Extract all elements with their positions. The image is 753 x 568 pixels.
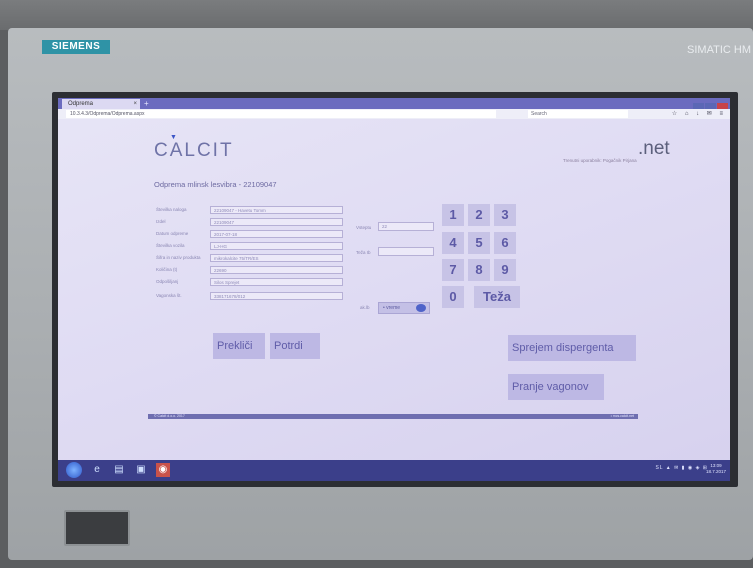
system-tray[interactable]: SL ▲ ✉ ▮ ◉ ◈ ⊞: [655, 465, 708, 471]
cancel-button-label: Prekliči: [217, 340, 253, 352]
background-wall: [0, 0, 753, 30]
touch-screen: Odprema × + 10.3.4.3/Odprema/Odprema.asp…: [58, 98, 730, 481]
current-user-info: Trenutni uporabnik: Pogačnik Pirjana: [563, 158, 637, 163]
browser-toolbar-icons[interactable]: ☆ ⌂ ↓ ✉ ≡: [672, 109, 726, 119]
key-3[interactable]: 3: [494, 204, 516, 226]
clock-date: 18.7.2017: [705, 469, 726, 474]
form-row-quantity: Količina (t) 22690: [156, 266, 346, 275]
confirm-button-label: Potrdi: [274, 340, 303, 352]
key-5[interactable]: 5: [468, 232, 490, 254]
field-label: Odpošiljanj: [156, 279, 179, 284]
form-row-date: Datum odpreme 2017-07-18: [156, 230, 346, 239]
key-4[interactable]: 4: [442, 232, 464, 254]
key-0[interactable]: 0: [442, 286, 464, 308]
media-icon[interactable]: ▣: [134, 463, 148, 477]
confirm-button[interactable]: Potrdi: [270, 333, 320, 359]
form-row-item: Izdel 22109047: [156, 218, 346, 227]
weight-input[interactable]: [378, 247, 434, 256]
field-label: Številka naloga: [156, 207, 187, 212]
browser-search-input[interactable]: Search: [528, 110, 628, 118]
new-tab-button[interactable]: +: [144, 99, 149, 108]
key-2[interactable]: 2: [468, 204, 490, 226]
windows-taskbar: e ▤ ▣ ◉ SL ▲ ✉ ▮ ◉ ◈ ⊞ 13:09 18.7.2017: [58, 460, 730, 481]
receive-dispergent-label: Sprejem dispergenta: [512, 342, 614, 354]
page-footer: © Calcit d.o.o. 2017 • mcs.calcit.net: [148, 414, 638, 419]
siemens-logo: SIEMENS: [42, 40, 110, 54]
net-logo: .net: [638, 138, 670, 159]
receive-dispergent-button[interactable]: Sprejem dispergenta: [508, 335, 636, 361]
key-1[interactable]: 1: [442, 204, 464, 226]
shipper-field[interactable]: Silos Sprejet: [210, 278, 343, 286]
weight-label: Teža Ib: [356, 250, 371, 255]
field-label: Vagonska št.: [156, 293, 182, 298]
field-label: Količina (t): [156, 267, 178, 272]
product-field[interactable]: mikrokalcite 75/TR/ES: [210, 254, 343, 262]
tara-input[interactable]: 22: [378, 222, 434, 231]
field-label: Številka vozila: [156, 243, 185, 248]
field-label: Datum odpreme: [156, 231, 189, 236]
wagon-number-field[interactable]: 338171678/012: [210, 292, 343, 300]
send-label: ak.lb: [360, 305, 370, 310]
form-row-vehicle: Številka vozila LJ-HG: [156, 242, 346, 251]
form-row-wagon: Vagonska št. 338171678/012: [156, 292, 346, 301]
key-8[interactable]: 8: [468, 259, 490, 281]
browser-tab-bar: Odprema × +: [58, 98, 730, 112]
page-title: Odprema mlinsk lesvibra - 22109047: [154, 180, 277, 189]
internet-explorer-icon[interactable]: e: [90, 463, 104, 477]
form-row-product: Šifra in naziv produkta mikrokalcite 75/…: [156, 254, 346, 263]
field-label: Izdel: [156, 219, 166, 224]
cancel-button[interactable]: Prekliči: [213, 333, 265, 359]
wash-wagons-label: Pranje vagonov: [512, 381, 589, 393]
close-icon[interactable]: ×: [133, 99, 137, 109]
key-7[interactable]: 7: [442, 259, 464, 281]
calcit-logo: CALCIT: [154, 140, 234, 161]
quantity-field[interactable]: 22690: [210, 266, 343, 274]
order-number-field[interactable]: 22109047 - Havetu Tomm: [210, 206, 343, 214]
field-label: Šifra in naziv produkta: [156, 255, 201, 260]
vehicle-number-field[interactable]: LJ-HG: [210, 242, 343, 250]
weight-key[interactable]: Teža: [474, 286, 520, 308]
tara-label: Vsteptu: [356, 225, 372, 230]
browser-address-bar: 10.3.4.3/Odprema/Odprema.aspx Search ☆ ⌂…: [58, 109, 730, 119]
taskbar-clock[interactable]: 13:09 18.7.2017: [706, 463, 726, 475]
browser-tab[interactable]: Odprema ×: [62, 99, 140, 109]
browser-app-icon[interactable]: ◉: [156, 463, 170, 477]
form-row-order: Številka naloga 22109047 - Havetu Tomm: [156, 206, 346, 215]
dispatch-date-field[interactable]: 2017-07-18: [210, 230, 343, 238]
footer-link[interactable]: • mcs.calcit.net: [611, 414, 634, 419]
footer-copyright: © Calcit d.o.o. 2017: [154, 414, 185, 418]
send-weight-button[interactable]: • vreme: [378, 302, 430, 314]
url-input[interactable]: 10.3.4.3/Odprema/Odprema.aspx: [66, 110, 496, 118]
simatic-label: SIMATIC HM: [687, 44, 751, 56]
key-9[interactable]: 9: [494, 259, 516, 281]
file-explorer-icon[interactable]: ▤: [112, 463, 126, 477]
usb-port-cover: [64, 510, 130, 546]
send-button-label: • vreme: [383, 305, 401, 311]
item-field[interactable]: 22109047: [210, 218, 343, 226]
wash-wagons-button[interactable]: Pranje vagonov: [508, 374, 604, 400]
form-row-shipper: Odpošiljanj Silos Sprejet: [156, 278, 346, 287]
window-controls: [692, 99, 728, 112]
send-icon: [416, 304, 426, 312]
tab-title: Odprema: [68, 101, 94, 107]
key-6[interactable]: 6: [494, 232, 516, 254]
start-button[interactable]: [66, 462, 82, 478]
